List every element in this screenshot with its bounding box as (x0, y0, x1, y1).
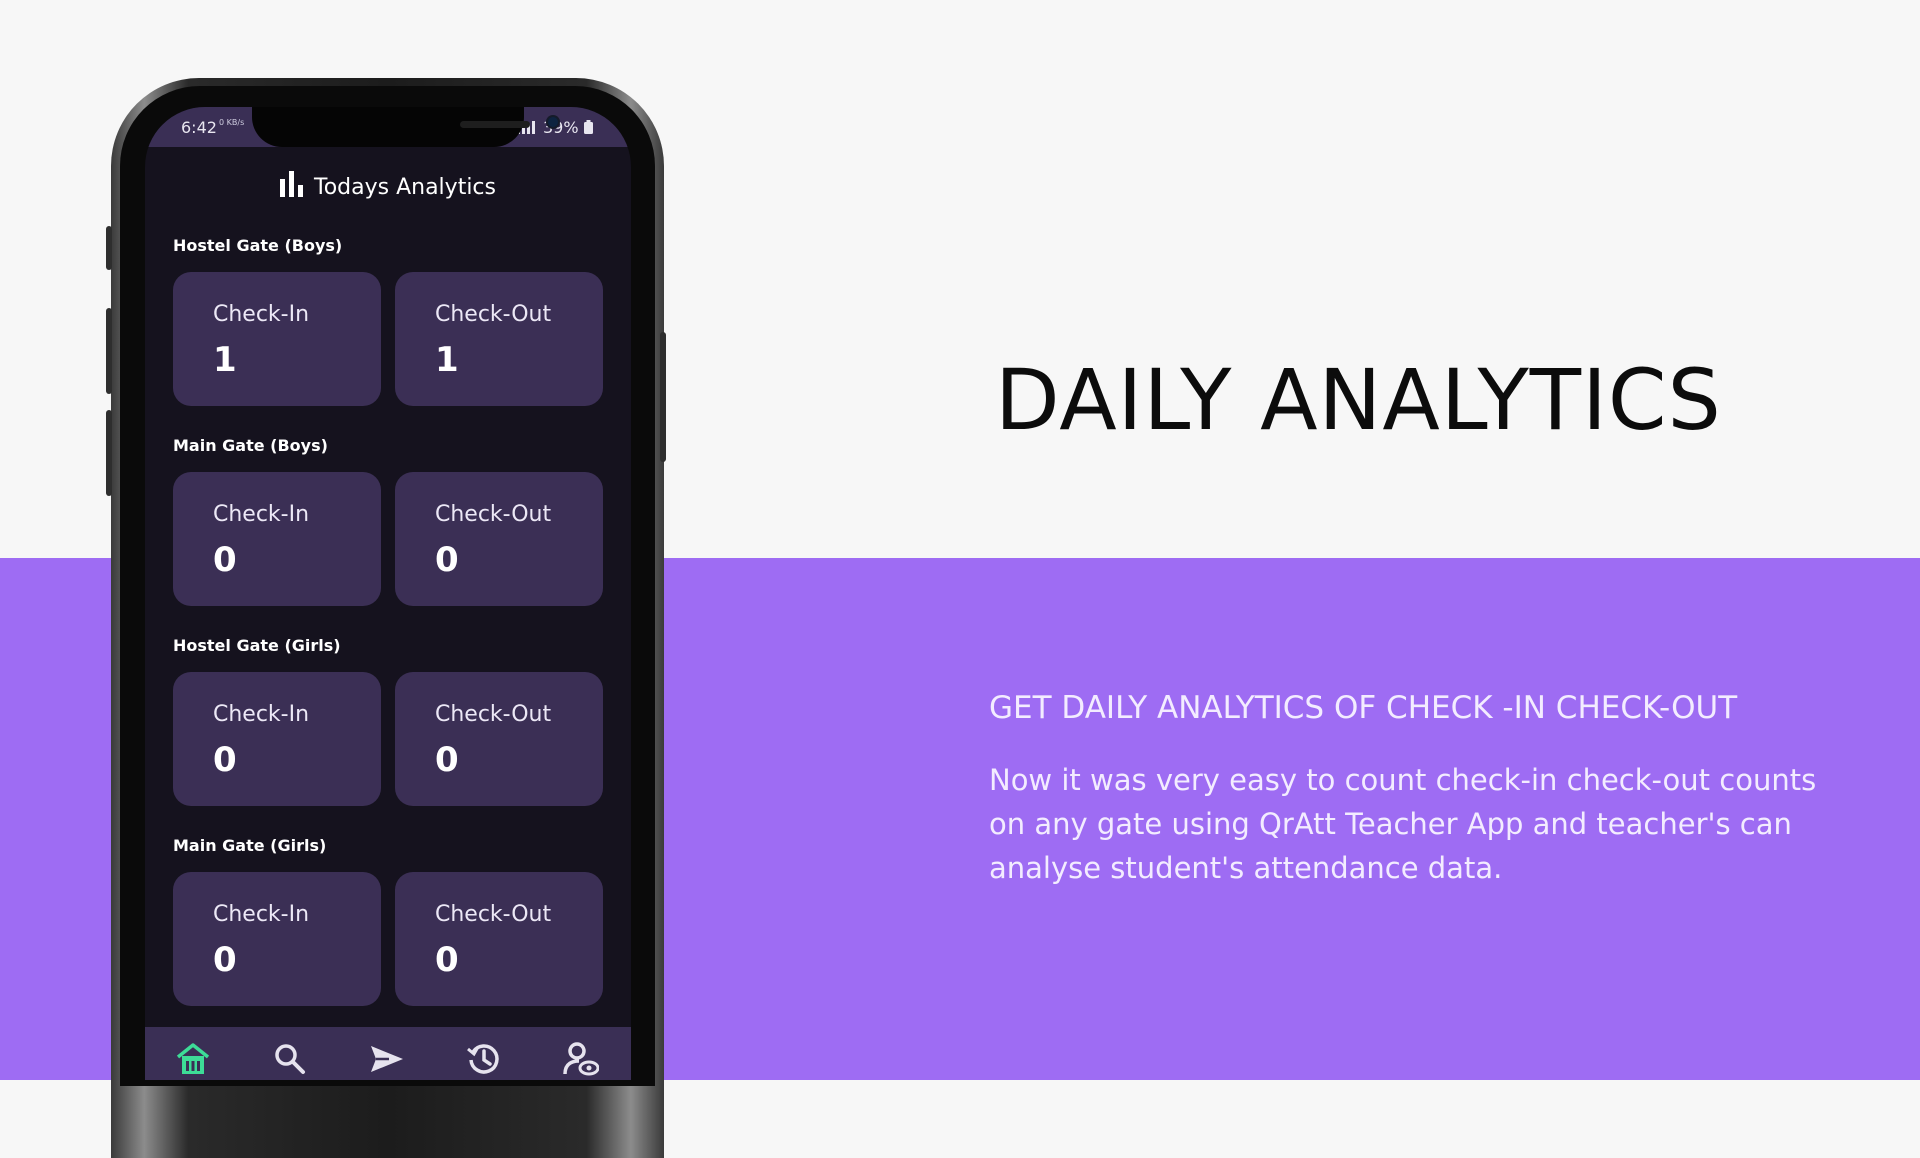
card-count: 0 (435, 940, 459, 980)
volume-down-button (106, 410, 112, 496)
section-label-hostel-gate-girls: Hostel Gate (Girls) (173, 636, 341, 655)
card-count: 0 (435, 740, 459, 780)
checkout-card[interactable]: Check-Out 0 (395, 472, 603, 606)
mute-switch (106, 226, 112, 270)
section-label-main-gate-girls: Main Gate (Girls) (173, 836, 327, 855)
bottom-nav (145, 1027, 631, 1080)
checkout-card[interactable]: Check-Out 0 (395, 872, 603, 1006)
send-icon[interactable] (369, 1041, 405, 1077)
card-label: Check-In (213, 502, 310, 527)
bar-chart-icon (280, 171, 303, 197)
app-header: Todays Analytics (145, 171, 631, 200)
card-label: Check-Out (435, 702, 552, 727)
speaker-grille (460, 121, 530, 128)
card-label: Check-In (213, 302, 310, 327)
home-icon[interactable] (175, 1041, 211, 1077)
checkin-card[interactable]: Check-In 1 (173, 272, 381, 406)
status-time: 6:42 (181, 118, 217, 137)
card-count: 1 (213, 340, 237, 380)
search-icon[interactable] (272, 1041, 308, 1077)
card-label: Check-Out (435, 902, 552, 927)
checkin-card[interactable]: Check-In 0 (173, 472, 381, 606)
card-label: Check-In (213, 702, 310, 727)
slide-headline: DAILY ANALYTICS (995, 351, 1722, 449)
slide-subheadline: GET DAILY ANALYTICS OF CHECK -IN CHECK-O… (989, 690, 1738, 726)
status-bar: 6:42 0 KB/s 39% (145, 107, 631, 147)
phone-screen: 6:42 0 KB/s 39% Todays Analytics Hostel … (145, 107, 631, 1080)
card-count: 0 (435, 540, 459, 580)
phone-notch (252, 107, 558, 147)
page-title: Todays Analytics (314, 175, 496, 200)
card-count: 0 (213, 540, 237, 580)
card-label: Check-In (213, 902, 310, 927)
section-label-hostel-gate-boys: Hostel Gate (Boys) (173, 236, 343, 255)
card-label: Check-Out (435, 502, 552, 527)
checkout-card[interactable]: Check-Out 1 (395, 272, 603, 406)
volume-up-button (106, 308, 112, 394)
card-count: 1 (435, 340, 459, 380)
user-view-icon[interactable] (563, 1041, 599, 1077)
battery-icon (583, 120, 593, 134)
power-button (660, 332, 666, 462)
history-icon[interactable] (466, 1041, 502, 1077)
card-count: 0 (213, 740, 237, 780)
card-label: Check-Out (435, 302, 552, 327)
status-network-speed: 0 KB/s (219, 118, 245, 127)
front-camera (548, 117, 558, 127)
slide-description: Now it was very easy to count check-in c… (989, 763, 1817, 885)
section-label-main-gate-boys: Main Gate (Boys) (173, 436, 328, 455)
checkin-card[interactable]: Check-In 0 (173, 872, 381, 1006)
checkin-card[interactable]: Check-In 0 (173, 672, 381, 806)
card-count: 0 (213, 940, 237, 980)
checkout-card[interactable]: Check-Out 0 (395, 672, 603, 806)
